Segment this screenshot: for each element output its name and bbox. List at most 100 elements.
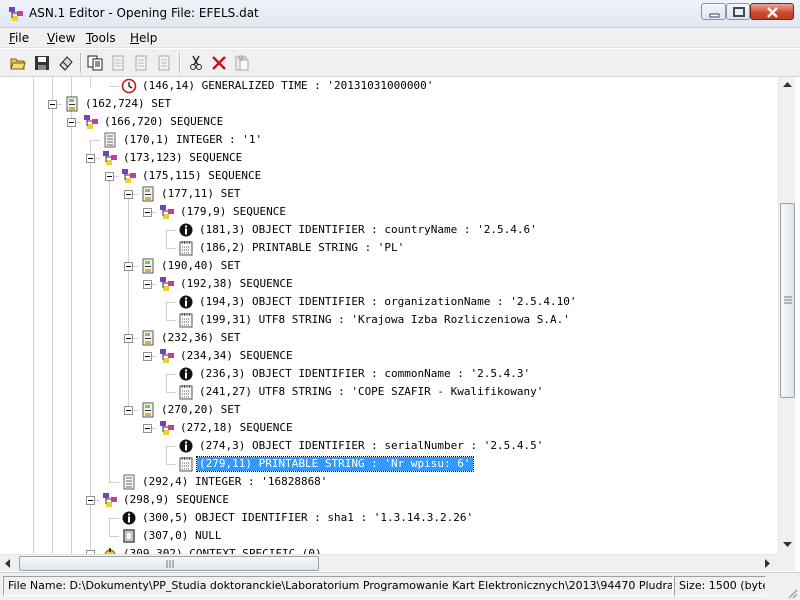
sequence-icon	[160, 277, 174, 291]
tree-node-label: (232,36) SET	[161, 331, 241, 344]
scroll-down-icon[interactable]	[783, 542, 792, 548]
document-button-3[interactable]	[153, 52, 175, 74]
status-file-size: Size: 1500 (bytes)	[674, 576, 766, 596]
minimize-icon	[709, 13, 720, 18]
vertical-scrollbar[interactable]	[778, 77, 795, 554]
copy-icon	[87, 55, 103, 71]
scissors-icon	[190, 55, 202, 70]
tree-node-label: (175,115) SEQUENCE	[142, 169, 262, 182]
tree-node-label: (190,40) SET	[161, 259, 241, 272]
menu-file-rest: ile	[15, 31, 30, 45]
tree-node-label: (309,302) CONTEXT SPECIFIC (0)	[123, 547, 322, 554]
collapse-toggle-icon[interactable]	[143, 352, 152, 361]
document-icon	[158, 55, 170, 71]
status-bar: File Name: D:\Dokumenty\PP_Studia doktor…	[0, 572, 800, 600]
toolbar-separator	[80, 53, 82, 73]
set-icon	[142, 402, 154, 418]
tree-node-label: (173,123) SEQUENCE	[123, 151, 243, 164]
tree-node-label: (162,724) SET	[85, 97, 172, 110]
document-icon	[112, 55, 124, 71]
tree-node-label: (279,11) PRINTABLE STRING : 'Nr wpisu: 6…	[196, 456, 474, 472]
cut-button[interactable]	[185, 52, 207, 74]
null-icon	[123, 529, 135, 543]
open-button[interactable]	[7, 52, 29, 74]
string-icon	[179, 385, 193, 400]
erase-button[interactable]	[55, 52, 77, 74]
collapse-toggle-icon[interactable]	[124, 406, 133, 415]
asn1-tree-view[interactable]: (146,14) GENERALIZED TIME : '20131031000…	[0, 77, 778, 554]
tree-node-label: (179,9) SEQUENCE	[180, 205, 286, 218]
resize-grip-icon[interactable]	[786, 587, 798, 599]
context-specific-icon	[104, 548, 116, 554]
collapse-toggle-icon[interactable]	[143, 424, 152, 433]
collapse-toggle-icon[interactable]	[143, 208, 152, 217]
tree-node-label: (177,11) SET	[161, 187, 241, 200]
menu-help[interactable]: Help	[130, 30, 157, 46]
collapse-toggle-icon[interactable]	[124, 190, 133, 199]
tree-node-label: (186,2) PRINTABLE STRING : 'PL'	[199, 241, 405, 254]
sequence-icon	[84, 115, 98, 129]
set-icon	[142, 186, 154, 202]
sequence-icon	[160, 205, 174, 219]
collapse-toggle-icon[interactable]	[86, 154, 95, 163]
asn1-editor-app-icon	[9, 7, 23, 21]
object-identifier-icon	[179, 367, 193, 381]
collapse-toggle-icon[interactable]	[124, 262, 133, 271]
sequence-icon	[103, 493, 117, 507]
tree-node-label: (146,14) GENERALIZED TIME : '20131031000…	[142, 79, 434, 92]
horizontal-scroll-thumb[interactable]	[19, 556, 319, 571]
clock-icon	[121, 78, 137, 94]
collapse-toggle-icon[interactable]	[67, 118, 76, 127]
tree-node-label: (166,720) SEQUENCE	[104, 115, 224, 128]
maximize-icon	[733, 7, 745, 17]
minimize-button[interactable]	[701, 3, 726, 20]
string-icon	[179, 457, 193, 472]
menu-tools-rest: ools	[91, 31, 116, 45]
tree-node-label: (170,1) INTEGER : '1'	[123, 133, 263, 146]
menu-help-rest: elp	[139, 31, 158, 45]
collapse-toggle-icon[interactable]	[124, 334, 133, 343]
close-button[interactable]	[750, 3, 794, 20]
tree-node-label: (300,5) OBJECT IDENTIFIER : sha1 : '1.3.…	[142, 511, 474, 524]
collapse-toggle-icon[interactable]	[143, 280, 152, 289]
title-bar[interactable]: ASN.1 Editor - Opening File: EFELS.dat	[0, 0, 800, 28]
document-icon	[135, 55, 147, 71]
collapse-toggle-icon[interactable]	[48, 100, 57, 109]
tree-node-label: (274,3) OBJECT IDENTIFIER : serialNumber…	[199, 439, 544, 452]
integer-icon	[104, 132, 116, 148]
set-icon	[66, 96, 78, 112]
collapse-toggle-icon[interactable]	[86, 496, 95, 505]
menu-tools[interactable]: Tools	[86, 30, 116, 46]
toolbar-separator	[179, 53, 181, 73]
scrollbar-corner	[778, 554, 795, 571]
set-icon	[142, 330, 154, 346]
paste-button[interactable]	[231, 52, 253, 74]
save-icon	[35, 56, 49, 70]
delete-button[interactable]	[208, 52, 230, 74]
menu-bar: File View Tools Help	[0, 28, 800, 48]
tree-node-label: (181,3) OBJECT IDENTIFIER : countryName …	[199, 223, 537, 236]
delete-icon	[212, 56, 226, 70]
vertical-scroll-thumb[interactable]	[780, 203, 795, 398]
sequence-icon	[160, 349, 174, 363]
menu-view[interactable]: View	[47, 30, 75, 46]
object-identifier-icon	[179, 295, 193, 309]
horizontal-scrollbar[interactable]	[0, 554, 778, 571]
maximize-button[interactable]	[726, 3, 750, 20]
scroll-left-icon[interactable]	[5, 559, 11, 568]
set-icon	[142, 258, 154, 274]
collapse-toggle-icon[interactable]	[105, 172, 114, 181]
eraser-icon	[59, 56, 73, 71]
tree-node-label: (194,3) OBJECT IDENTIFIER : organization…	[199, 295, 577, 308]
object-identifier-icon	[122, 511, 136, 525]
tree-node-label: (234,34) SEQUENCE	[180, 349, 293, 362]
scroll-up-icon[interactable]	[783, 82, 792, 88]
scroll-right-icon[interactable]	[765, 559, 771, 568]
document-button-1[interactable]	[107, 52, 129, 74]
menu-file[interactable]: File	[9, 30, 29, 46]
menu-view-rest: iew	[54, 31, 76, 45]
document-button-2[interactable]	[130, 52, 152, 74]
sequence-icon	[160, 421, 174, 435]
save-button[interactable]	[31, 52, 53, 74]
copy-button[interactable]	[84, 52, 106, 74]
